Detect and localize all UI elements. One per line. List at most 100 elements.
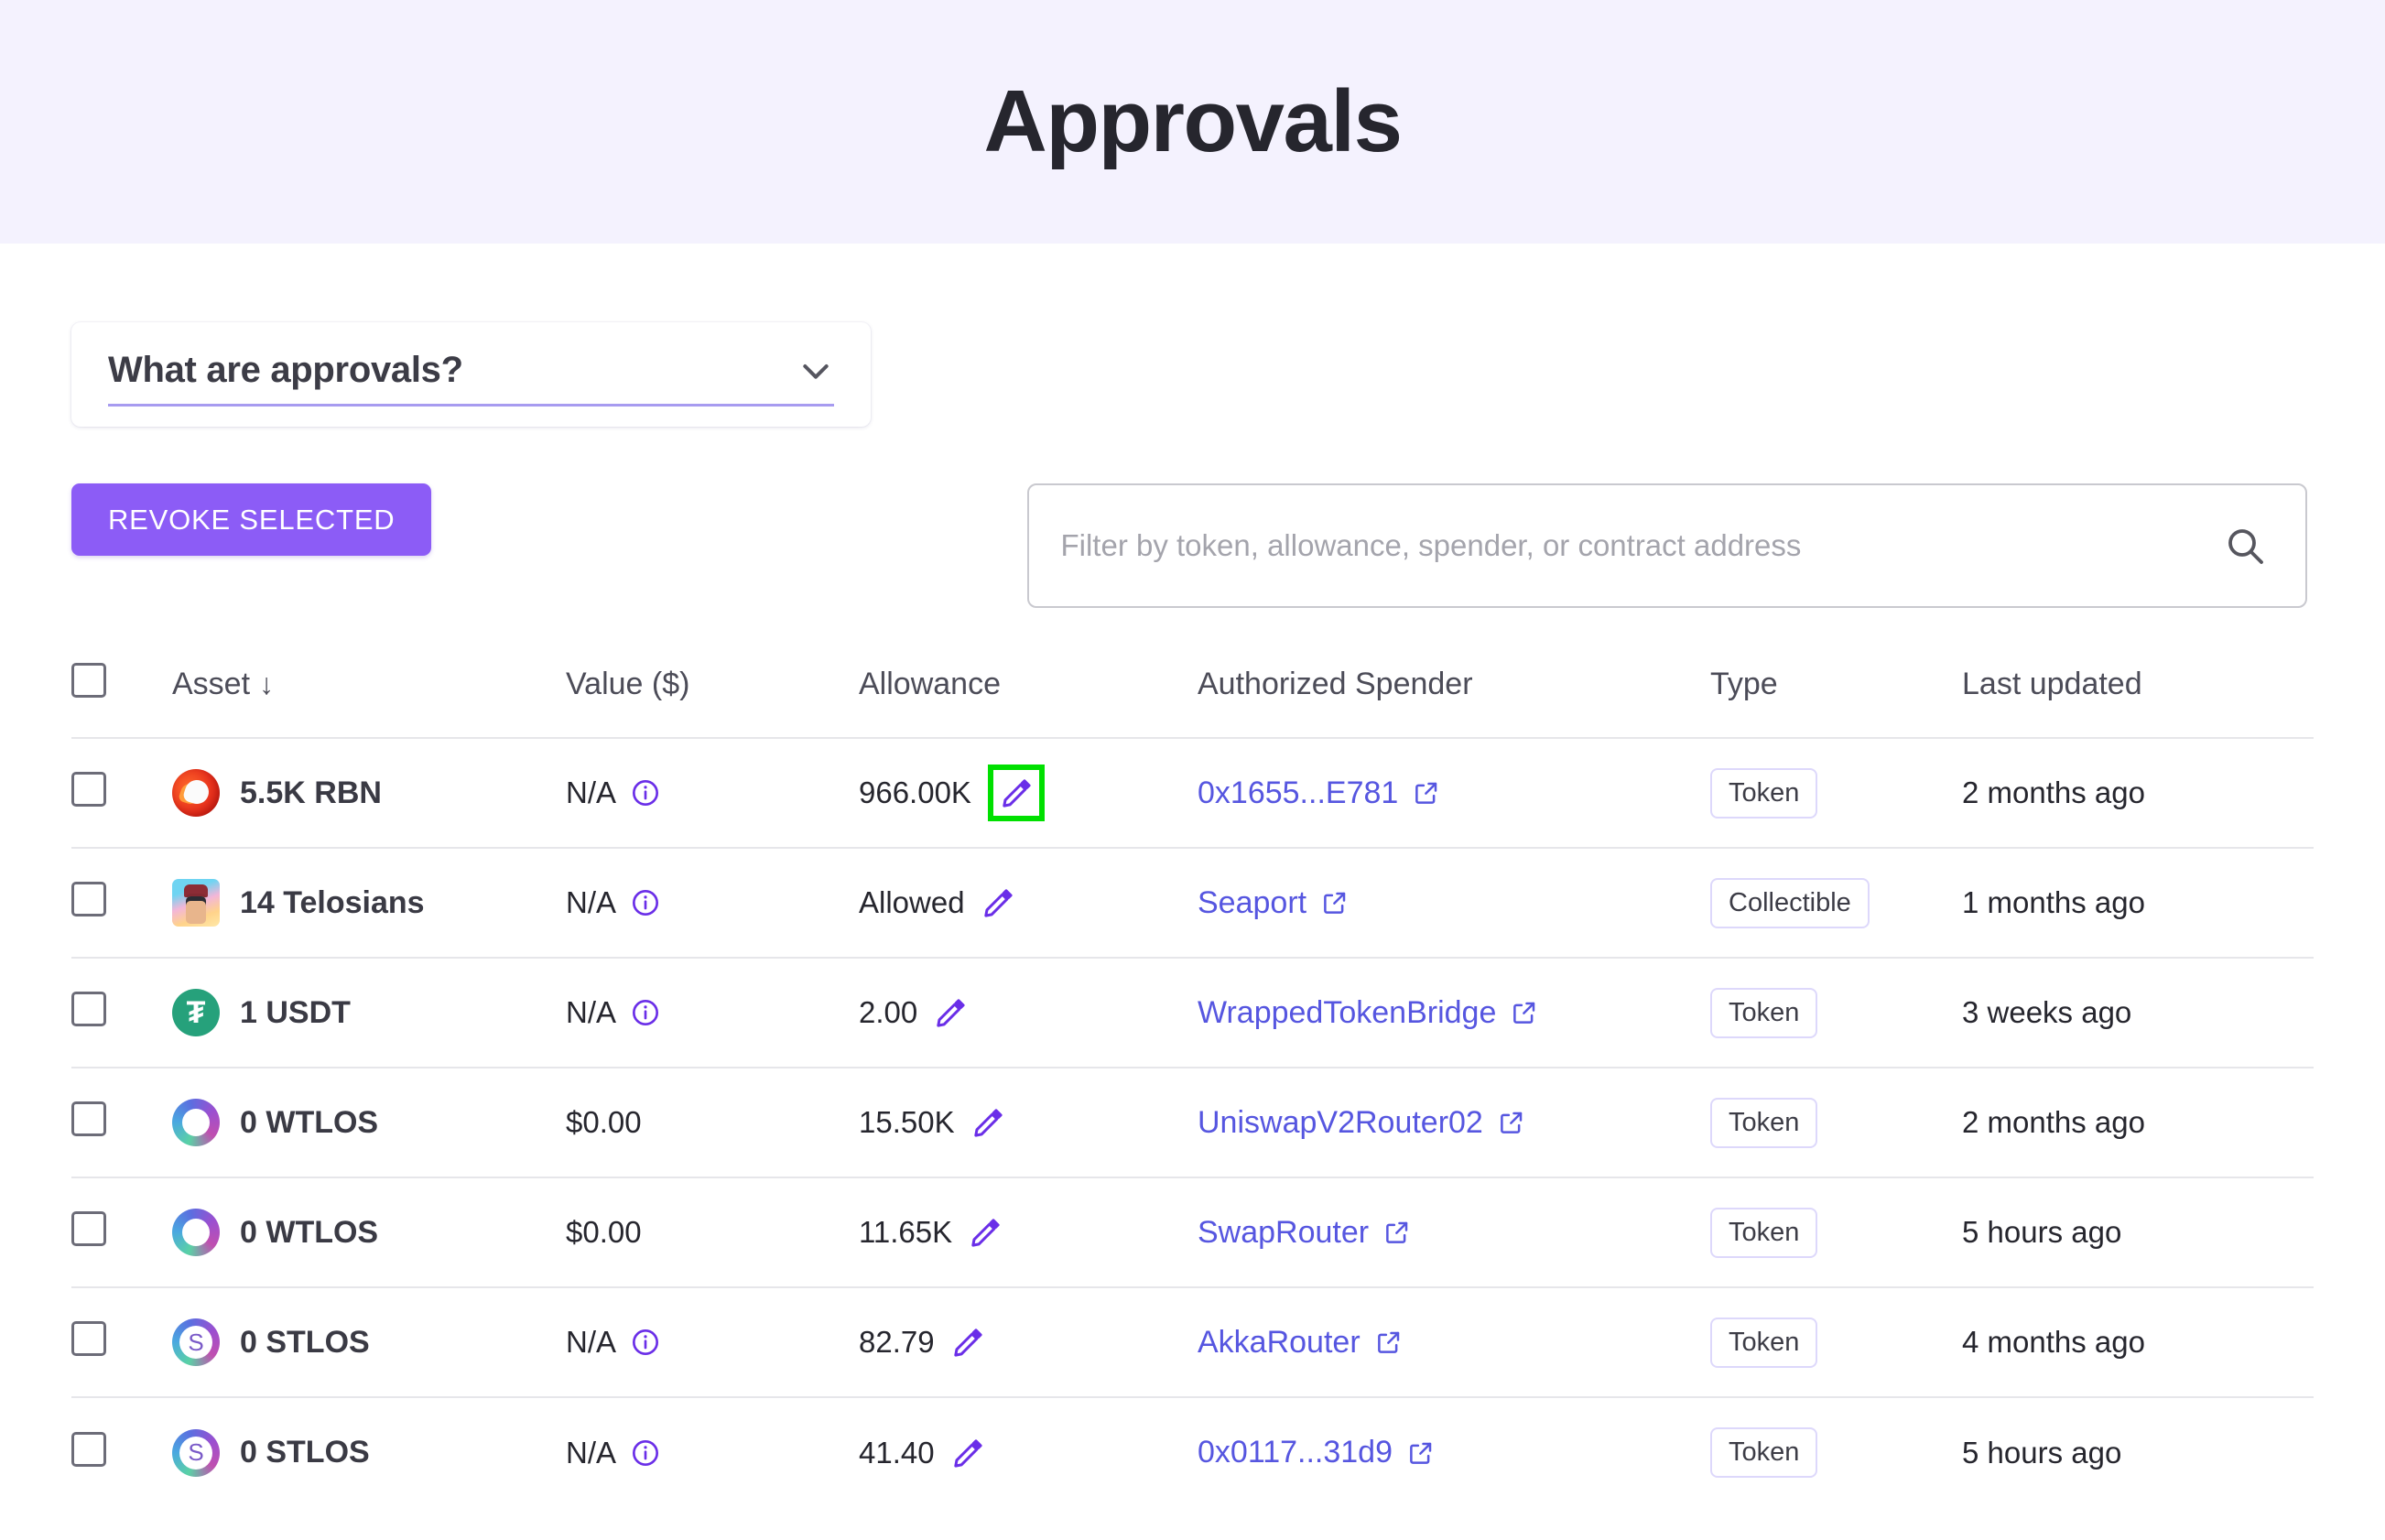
- value-text: N/A: [566, 1436, 616, 1470]
- value-text: $0.00: [566, 1215, 642, 1250]
- row-checkbox[interactable]: [71, 1432, 106, 1467]
- external-link-icon[interactable]: [1383, 1219, 1411, 1246]
- updated-cell: 2 months ago: [1962, 1068, 2314, 1177]
- header-last-updated[interactable]: Last updated: [1962, 663, 2314, 738]
- allowance-cell: 82.79: [859, 1287, 1198, 1397]
- info-icon[interactable]: [631, 998, 660, 1027]
- spender-link[interactable]: Seaport: [1198, 885, 1306, 921]
- search-input[interactable]: [1060, 528, 2223, 563]
- table-body: 5.5K RBN N/A 966.00K 0x1655...E781 Token 2 mo…: [71, 738, 2314, 1507]
- select-all-checkbox[interactable]: [71, 663, 106, 698]
- info-icon[interactable]: [631, 1328, 660, 1357]
- header-spender[interactable]: Authorized Spender: [1198, 663, 1710, 738]
- last-updated-text: 1 months ago: [1962, 885, 2145, 919]
- external-link-icon[interactable]: [1413, 779, 1440, 807]
- spender-cell: 0x0117...31d9: [1198, 1397, 1710, 1507]
- type-cell: Token: [1710, 958, 1962, 1068]
- spender-cell: SwapRouter: [1198, 1177, 1710, 1287]
- external-link-icon[interactable]: [1498, 1109, 1525, 1136]
- edit-allowance-highlight[interactable]: [988, 765, 1045, 821]
- external-link-icon[interactable]: [1375, 1329, 1403, 1356]
- action-bar: REVOKE SELECTED: [71, 483, 2314, 608]
- type-cell: Token: [1710, 1287, 1962, 1397]
- value-cell: N/A: [566, 848, 859, 958]
- asset-cell: 0 WTLOS: [172, 1068, 566, 1177]
- edit-allowance-icon[interactable]: [951, 1326, 984, 1359]
- search-icon[interactable]: [2223, 524, 2267, 568]
- table-row: S0 STLOSN/A82.79AkkaRouterToken4 months …: [71, 1287, 2314, 1397]
- type-badge: Token: [1710, 988, 1817, 1038]
- allowance-text: 966.00K: [859, 775, 971, 810]
- row-select-cell[interactable]: [71, 1397, 172, 1507]
- value-cell: N/A: [566, 1397, 859, 1507]
- row-checkbox[interactable]: [71, 992, 106, 1026]
- page-banner: Approvals: [0, 0, 2385, 244]
- row-checkbox[interactable]: [71, 1321, 106, 1356]
- edit-allowance-icon[interactable]: [1000, 776, 1033, 809]
- spender-link[interactable]: WrappedTokenBridge: [1198, 995, 1496, 1031]
- info-icon[interactable]: [631, 778, 660, 808]
- table-row: ₮1 USDTN/A2.00WrappedTokenBridgeToken3 w…: [71, 958, 2314, 1068]
- what-are-approvals-accordion[interactable]: What are approvals?: [71, 322, 871, 427]
- asset-name: 5.5K RBN: [240, 775, 382, 811]
- spender-link[interactable]: SwapRouter: [1198, 1215, 1369, 1251]
- accordion-label: What are approvals?: [108, 350, 463, 391]
- header-asset-label: Asset: [172, 667, 250, 701]
- row-select-cell[interactable]: [71, 738, 172, 848]
- row-select-cell[interactable]: [71, 1068, 172, 1177]
- row-checkbox[interactable]: [71, 1101, 106, 1136]
- row-checkbox[interactable]: [71, 882, 106, 916]
- allowance-cell: Allowed: [859, 848, 1198, 958]
- asset-cell: S0 STLOS: [172, 1397, 566, 1507]
- edit-allowance-icon[interactable]: [971, 1106, 1004, 1139]
- sort-desc-icon[interactable]: ↓: [259, 667, 274, 700]
- header-allowance[interactable]: Allowance: [859, 663, 1198, 738]
- type-badge: Token: [1710, 1098, 1817, 1148]
- info-icon[interactable]: [631, 888, 660, 917]
- telosians-nft-icon: [172, 879, 220, 927]
- header-type[interactable]: Type: [1710, 663, 1962, 738]
- table-row: S0 STLOSN/A41.400x0117...31d9Token5 hour…: [71, 1397, 2314, 1507]
- allowance-text: 82.79: [859, 1325, 935, 1360]
- spender-link[interactable]: UniswapV2Router02: [1198, 1105, 1483, 1141]
- external-link-icon[interactable]: [1511, 999, 1538, 1026]
- asset-name: 0 STLOS: [240, 1435, 370, 1470]
- value-text: N/A: [566, 995, 616, 1030]
- row-checkbox[interactable]: [71, 772, 106, 807]
- header-value[interactable]: Value ($): [566, 663, 859, 738]
- table-header-row: Asset ↓ Value ($) Allowance Authorized Sp…: [71, 663, 2314, 738]
- spender-link[interactable]: 0x0117...31d9: [1198, 1435, 1393, 1470]
- header-asset[interactable]: Asset ↓: [172, 663, 566, 738]
- last-updated-text: 2 months ago: [1962, 1105, 2145, 1139]
- page-title: Approvals: [984, 71, 1402, 172]
- external-link-icon[interactable]: [1321, 889, 1349, 916]
- header-select-all[interactable]: [71, 663, 172, 738]
- row-select-cell[interactable]: [71, 848, 172, 958]
- allowance-text: 41.40: [859, 1436, 935, 1470]
- spender-cell: WrappedTokenBridge: [1198, 958, 1710, 1068]
- filter-search-box[interactable]: [1027, 483, 2307, 608]
- chevron-down-icon[interactable]: [797, 352, 834, 389]
- edit-allowance-icon[interactable]: [934, 996, 967, 1029]
- accordion-header-row[interactable]: What are approvals?: [108, 350, 834, 407]
- wtlos-token-icon: [172, 1099, 220, 1146]
- type-badge: Collectible: [1710, 878, 1870, 928]
- asset-cell: ₮1 USDT: [172, 958, 566, 1068]
- spender-link[interactable]: 0x1655...E781: [1198, 775, 1398, 811]
- asset-name: 14 Telosians: [240, 885, 425, 921]
- asset-cell: 5.5K RBN: [172, 738, 566, 848]
- edit-allowance-icon[interactable]: [951, 1437, 984, 1470]
- row-select-cell[interactable]: [71, 1287, 172, 1397]
- info-icon[interactable]: [631, 1438, 660, 1468]
- edit-allowance-icon[interactable]: [969, 1216, 1002, 1249]
- external-link-icon[interactable]: [1407, 1439, 1435, 1467]
- row-checkbox[interactable]: [71, 1211, 106, 1246]
- row-select-cell[interactable]: [71, 958, 172, 1068]
- revoke-selected-button[interactable]: REVOKE SELECTED: [71, 483, 431, 556]
- approvals-table: Asset ↓ Value ($) Allowance Authorized Sp…: [71, 663, 2314, 1507]
- type-cell: Token: [1710, 1068, 1962, 1177]
- row-select-cell[interactable]: [71, 1177, 172, 1287]
- edit-allowance-icon[interactable]: [981, 886, 1014, 919]
- asset-name: 0 WTLOS: [240, 1105, 378, 1141]
- spender-link[interactable]: AkkaRouter: [1198, 1325, 1361, 1361]
